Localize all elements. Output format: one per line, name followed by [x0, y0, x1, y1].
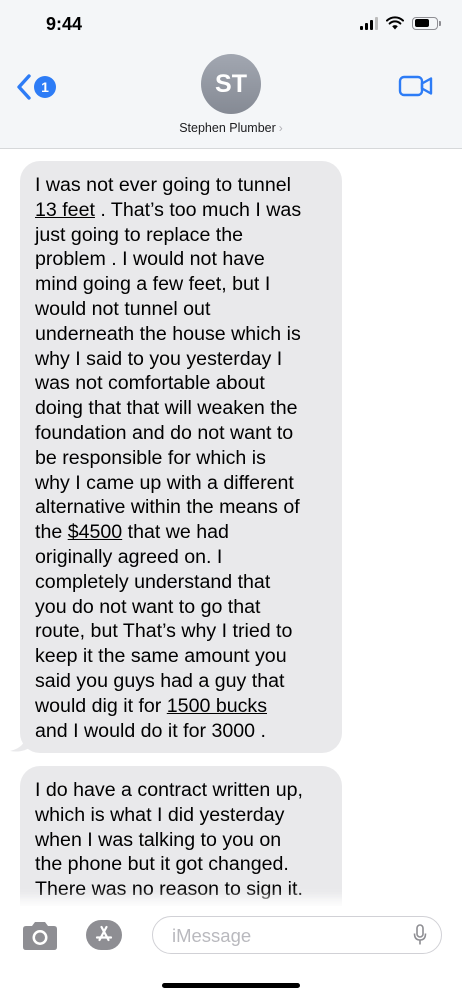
contact-avatar[interactable]: ST	[201, 54, 261, 114]
incoming-message-bubble[interactable]: I was not ever going to tunnel 13 feet .…	[20, 161, 342, 753]
detected-data-link[interactable]: 1500 bucks	[167, 695, 267, 717]
battery-icon	[412, 16, 441, 30]
message-text: would dig it for	[35, 694, 167, 717]
contact-name[interactable]: Stephen Plumber ›	[0, 121, 462, 135]
cellular-signal-icon	[360, 16, 378, 30]
unread-badge: 1	[34, 76, 56, 98]
message-text: when I was talking to you on	[35, 828, 282, 851]
message-text: be responsible for which is	[35, 446, 266, 469]
status-bar-time: 9:44	[46, 14, 83, 34]
detected-data-link[interactable]: $4500	[68, 521, 123, 543]
chevron-left-icon	[17, 74, 31, 100]
message-input-placeholder: iMessage	[172, 925, 252, 946]
message-text: that we had	[122, 521, 229, 544]
message-text: would not tunnel out	[35, 297, 211, 320]
contact-name-label: Stephen Plumber	[179, 121, 276, 135]
message-text: why I came up with a different	[35, 471, 294, 494]
message-text: . That’s too much I was	[94, 198, 302, 221]
detected-data-link[interactable]: 13 feet	[35, 199, 95, 221]
bubble-tail	[10, 733, 32, 752]
message-text: problem . I would not have	[35, 248, 265, 271]
message-text: the	[35, 521, 68, 544]
incoming-message-bubble[interactable]: I do have a contract written up, which i…	[20, 766, 342, 909]
message-text: why I said to you yesterday I	[35, 347, 283, 370]
message-text: mind going a few feet, but I	[35, 273, 271, 296]
home-indicator[interactable]	[162, 983, 300, 988]
conversation-header: 9:44 1 ST Stephen Plumber ›	[0, 0, 462, 149]
messages-screen: 9:44 1 ST Stephen Plumber › I was not ev…	[0, 0, 462, 1000]
wifi-icon	[386, 16, 404, 30]
message-text: just going to replace the	[35, 223, 244, 246]
message-text: you do not want to go that	[35, 595, 261, 618]
message-text: keep it the same amount you	[35, 645, 287, 668]
message-text: originally agreed on. I	[35, 545, 223, 568]
message-input[interactable]: iMessage	[152, 916, 442, 954]
message-text: underneath the house which is	[35, 322, 301, 345]
app-store-icon	[95, 925, 113, 942]
app-store-button[interactable]	[86, 920, 122, 950]
message-text: and I would do it for 3000 .	[35, 719, 266, 742]
message-text: the phone but it got changed.	[35, 853, 289, 876]
message-text: I do have a contract written up,	[35, 779, 303, 801]
chevron-right-icon: ›	[278, 121, 283, 135]
camera-icon[interactable]	[20, 921, 60, 951]
status-bar-icons	[360, 16, 441, 30]
video-camera-icon[interactable]	[398, 73, 434, 99]
back-button[interactable]: 1	[16, 74, 56, 100]
compose-bar: iMessage	[0, 906, 462, 1000]
message-text: There was no reason to sign it.	[35, 878, 303, 901]
message-text: doing that that will weaken the	[35, 397, 298, 420]
message-text: foundation and do not want to	[35, 421, 294, 444]
message-text: alternative within the means of	[35, 496, 300, 519]
message-text: route, but That’s why I tried to	[35, 620, 293, 643]
message-list[interactable]: I was not ever going to tunnel 13 feet .…	[0, 149, 462, 909]
message-text: which is what I did yesterday	[35, 803, 285, 826]
message-text: said you guys had a guy that	[35, 669, 285, 692]
microphone-icon[interactable]	[413, 924, 427, 946]
message-text: I was not ever going to tunnel	[35, 174, 291, 196]
message-text: was not comfortable about	[35, 372, 265, 395]
message-text: completely understand that	[35, 570, 271, 593]
